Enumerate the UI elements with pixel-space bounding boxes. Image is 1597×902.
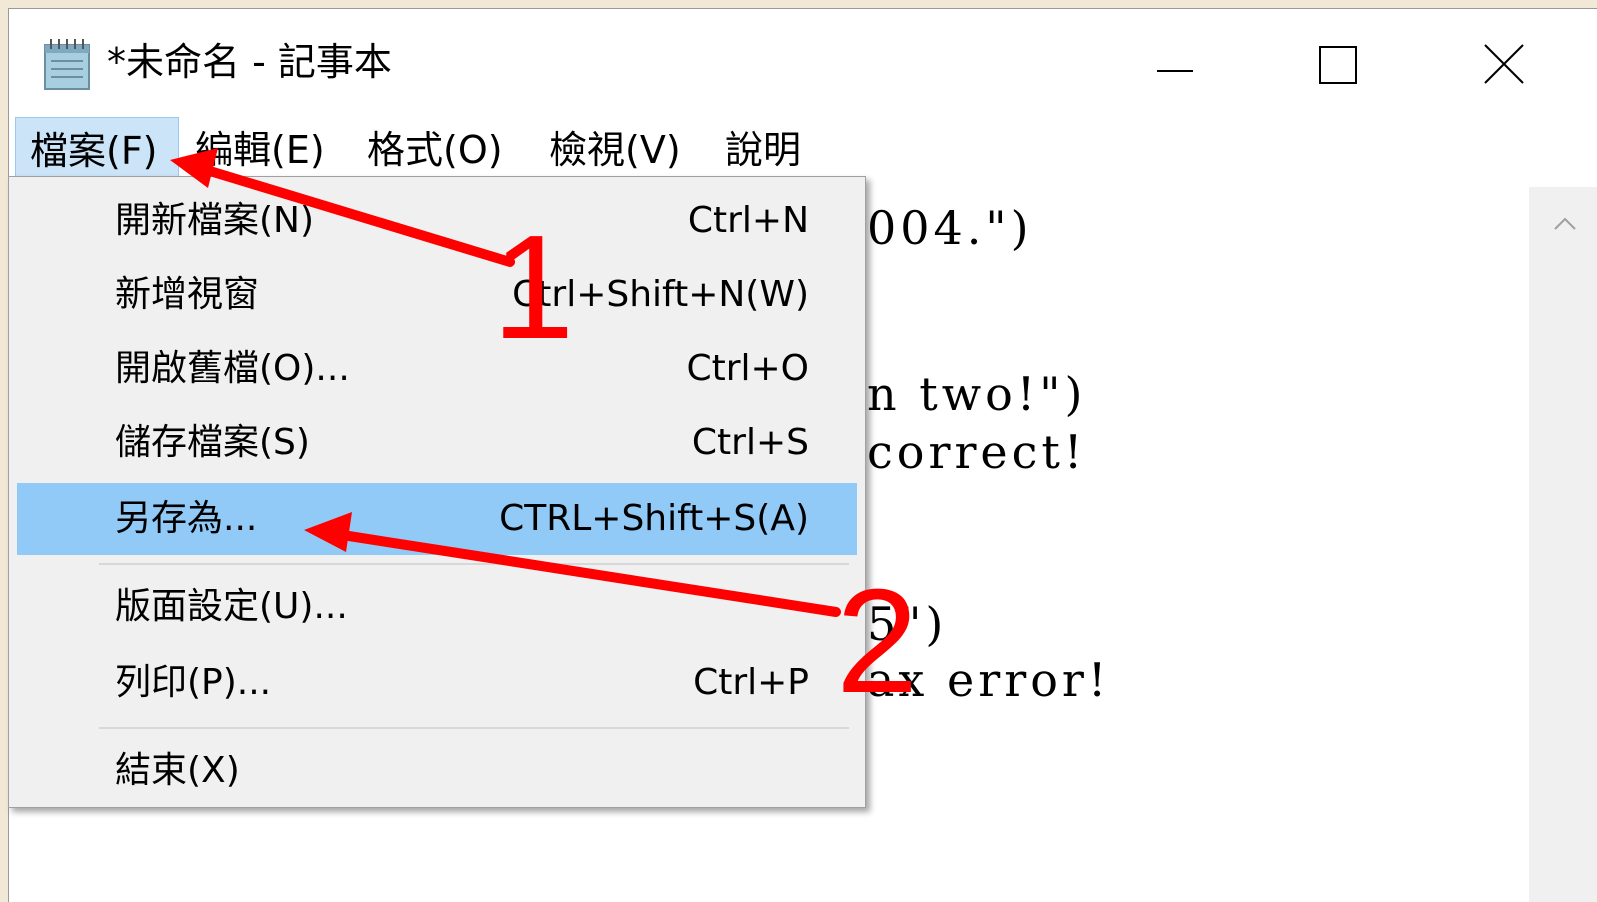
minimize-icon bbox=[1157, 70, 1193, 72]
menu-edit[interactable]: 編輯(E) bbox=[195, 117, 325, 183]
menu-item-shortcut: Ctrl+S bbox=[691, 422, 809, 463]
menu-item-exit[interactable]: 結束(X) bbox=[17, 735, 857, 807]
menu-item-open[interactable]: 開啟舊檔(O)... Ctrl+O bbox=[17, 333, 857, 405]
close-button[interactable] bbox=[1461, 29, 1551, 97]
menu-item-label: 列印(P)... bbox=[115, 662, 272, 703]
menu-item-new[interactable]: 開新檔案(N) Ctrl+N bbox=[17, 185, 857, 257]
menu-item-shortcut: Ctrl+N bbox=[687, 200, 809, 241]
menu-item-shortcut: CTRL+Shift+S(A) bbox=[499, 498, 809, 539]
menu-view[interactable]: 檢視(V) bbox=[549, 117, 681, 183]
menu-item-label: 開新檔案(N) bbox=[115, 200, 315, 241]
vertical-scrollbar[interactable] bbox=[1529, 187, 1597, 902]
menu-format[interactable]: 格式(O) bbox=[367, 117, 503, 183]
window-title: *未命名 - 記事本 bbox=[107, 40, 392, 84]
menu-item-shortcut: Ctrl+P bbox=[693, 662, 809, 703]
menu-help[interactable]: 說明 bbox=[725, 117, 801, 183]
editor-line: n two!") bbox=[867, 367, 1087, 421]
editor-line: 004.") bbox=[867, 201, 1033, 255]
menu-item-page-setup[interactable]: 版面設定(U)... bbox=[17, 571, 857, 643]
menu-item-save-as[interactable]: 另存為... CTRL+Shift+S(A) bbox=[17, 483, 857, 555]
menu-item-print[interactable]: 列印(P)... Ctrl+P bbox=[17, 647, 857, 719]
menu-item-shortcut: Ctrl+O bbox=[686, 348, 809, 389]
menu-separator bbox=[99, 563, 849, 565]
scroll-up-arrow-icon[interactable] bbox=[1551, 213, 1579, 233]
menu-item-label: 另存為... bbox=[115, 498, 258, 539]
menu-separator bbox=[99, 727, 849, 729]
editor-line: correct! bbox=[867, 425, 1087, 479]
maximize-icon bbox=[1319, 46, 1357, 84]
file-menu-dropdown: 開新檔案(N) Ctrl+N 新增視窗 Ctrl+Shift+N(W) 開啟舊檔… bbox=[8, 176, 866, 808]
menu-item-save[interactable]: 儲存檔案(S) Ctrl+S bbox=[17, 407, 857, 479]
menu-item-label: 版面設定(U)... bbox=[115, 586, 348, 627]
menu-item-new-window[interactable]: 新增視窗 Ctrl+Shift+N(W) bbox=[17, 259, 857, 331]
editor-line: 5") bbox=[867, 597, 948, 651]
notepad-app-icon bbox=[41, 35, 93, 91]
menu-item-label: 開啟舊檔(O)... bbox=[115, 348, 350, 389]
menu-file[interactable]: 檔案(F) bbox=[15, 117, 179, 183]
menu-item-label: 新增視窗 bbox=[115, 274, 260, 315]
maximize-button[interactable] bbox=[1294, 29, 1384, 97]
title-bar[interactable]: *未命名 - 記事本 bbox=[9, 9, 1597, 117]
menu-item-label: 結束(X) bbox=[115, 750, 240, 791]
editor-line: ax error! bbox=[867, 653, 1111, 707]
close-icon bbox=[1484, 44, 1524, 84]
menu-item-label: 儲存檔案(S) bbox=[115, 422, 310, 463]
menu-item-shortcut: Ctrl+Shift+N(W) bbox=[512, 274, 809, 315]
minimize-button[interactable] bbox=[1127, 29, 1217, 97]
